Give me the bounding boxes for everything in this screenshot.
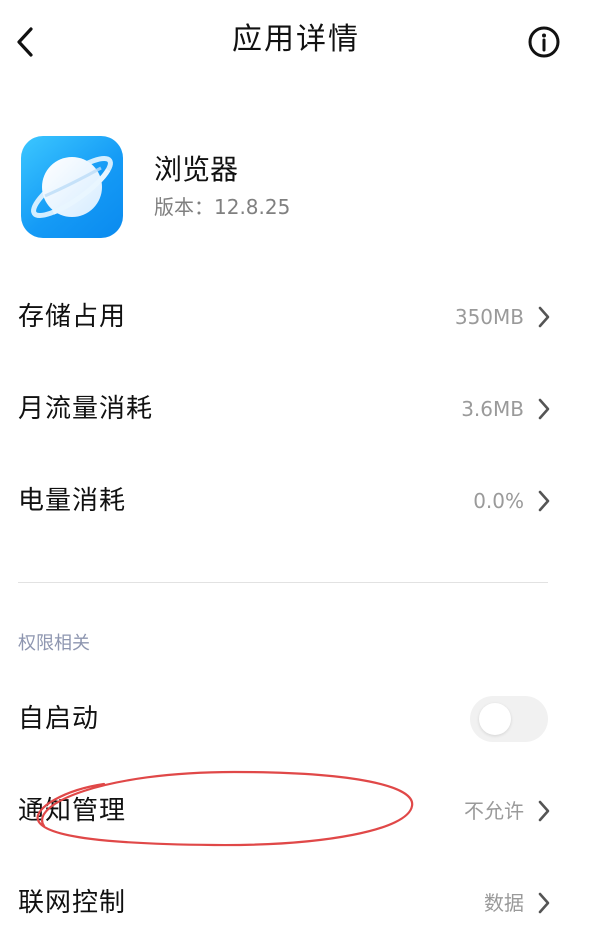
chevron-right-icon — [538, 490, 550, 512]
monthly-traffic-label: 月流量消耗 — [18, 394, 154, 424]
toggle-knob — [479, 703, 511, 735]
battery-usage-value: 0.0% — [473, 489, 524, 513]
permissions-section-title: 权限相关 — [18, 633, 90, 654]
chevron-right-icon — [538, 306, 550, 328]
section-divider — [18, 582, 548, 583]
autostart-label: 自启动 — [18, 704, 100, 734]
info-button[interactable] — [526, 24, 562, 60]
network-control-value: 数据 — [484, 891, 524, 915]
chevron-right-icon — [538, 892, 550, 914]
network-control-label: 联网控制 — [18, 888, 127, 918]
battery-usage-label: 电量消耗 — [18, 486, 127, 516]
battery-usage-row[interactable]: 电量消耗 0.0% — [0, 461, 592, 541]
storage-usage-label: 存储占用 — [18, 302, 127, 332]
storage-usage-row[interactable]: 存储占用 350MB — [0, 277, 592, 357]
chevron-right-icon — [538, 398, 550, 420]
planet-icon — [31, 156, 113, 218]
info-icon — [528, 26, 560, 58]
app-version: 版本：12.8.25 — [154, 195, 291, 219]
monthly-traffic-row[interactable]: 月流量消耗 3.6MB — [0, 369, 592, 449]
notification-management-label: 通知管理 — [18, 796, 127, 826]
chevron-right-icon — [538, 800, 550, 822]
autostart-toggle[interactable] — [470, 696, 548, 742]
network-control-row[interactable]: 联网控制 数据 — [0, 863, 592, 943]
monthly-traffic-value: 3.6MB — [461, 397, 524, 421]
header: 应用详情 — [0, 0, 592, 84]
storage-usage-value: 350MB — [454, 305, 524, 329]
app-icon — [21, 136, 123, 238]
notification-management-row[interactable]: 通知管理 不允许 — [0, 771, 592, 851]
app-name: 浏览器 — [154, 153, 239, 186]
page-title: 应用详情 — [232, 22, 360, 57]
notification-management-value: 不允许 — [464, 799, 524, 823]
